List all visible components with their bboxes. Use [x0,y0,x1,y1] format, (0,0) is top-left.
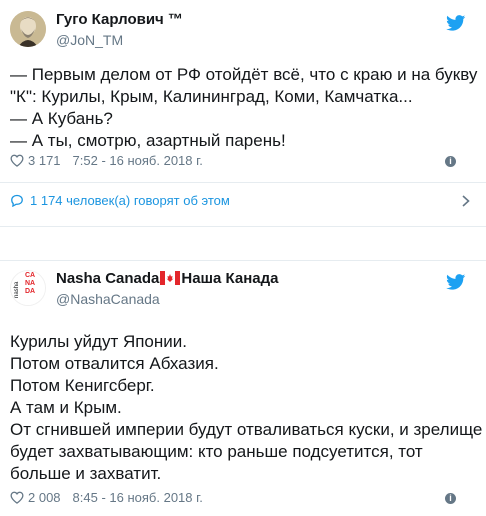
speech-bubble-icon [11,194,23,207]
tweet-meta: 2 008 8:45 - 16 нояб. 2018 г. i [10,490,476,510]
heart-icon[interactable] [10,154,24,167]
svg-text:CA: CA [25,272,35,279]
svg-text:NA: NA [25,280,35,287]
tweet-line: — А Кубань? [10,109,113,128]
heart-icon[interactable] [10,491,24,504]
canada-flag-icon [160,271,181,285]
like-count: 2 008 [28,490,61,505]
tweet-separator [0,226,486,261]
conversation-link[interactable]: 1 174 человек(а) говорят об этом [10,193,476,215]
author-handle[interactable]: @NashaCanada [56,291,160,307]
tweet-line: "К": Курилы, Крым, Калининград, Коми, Ка… [10,87,413,106]
conversation-text: 1 174 человек(а) говорят об этом [30,193,230,208]
tweet-line: Потом Кенигсберг. [10,376,155,395]
tweet-meta: 3 171 7:52 - 16 нояб. 2018 г. i [10,153,476,173]
svg-text:nasha: nasha [14,281,20,298]
svg-text:DA: DA [25,288,35,295]
author-handle[interactable]: @JoN_TM [56,32,123,48]
avatar[interactable]: nasha CA NA DA [10,270,46,306]
tweet-line: — Первым делом от РФ отойдёт всё, что с … [10,65,478,84]
tweet-line: больше и захватит. [10,464,162,483]
twitter-bird-icon[interactable] [446,274,466,290]
tweet-text: — Первым делом от РФ отойдёт всё, что с … [10,64,478,152]
tweet-line: — А ты, смотрю, азартный парень! [10,131,286,150]
tweet-header: Гуго Карлович ™ @JoN_TM [0,0,486,56]
timestamp[interactable]: 8:45 - 16 нояб. 2018 г. [73,490,203,505]
divider [0,182,486,183]
tweet-line: А там и Крым. [10,398,122,417]
like-count: 3 171 [28,153,61,168]
avatar[interactable] [10,11,46,47]
author-name[interactable]: Гуго Карлович ™ [56,11,183,28]
timestamp[interactable]: 7:52 - 16 нояб. 2018 г. [73,153,203,168]
tweet-line: Курилы уйдут Японии. [10,332,187,351]
chevron-right-icon [462,195,470,207]
tweet-2[interactable]: nasha CA NA DA Nasha Canada Наша Канада … [0,259,486,505]
tweet-line: От сгнившей империи будут отваливаться к… [10,420,483,439]
twitter-bird-icon[interactable] [446,15,466,31]
tweet-header: nasha CA NA DA Nasha Canada Наша Канада … [0,259,486,315]
tweet-line: Потом отвалится Абхазия. [10,354,219,373]
author-name[interactable]: Nasha Canada Наша Канада [56,270,279,287]
tweet-text: Курилы уйдут Японии. Потом отвалится Абх… [10,331,483,485]
tweet-line: будет захватывающим: кто раньше подсуети… [10,442,423,461]
info-icon[interactable]: i [445,156,456,167]
tweet-1[interactable]: Гуго Карлович ™ @JoN_TM — Первым делом о… [0,0,486,208]
info-icon[interactable]: i [445,493,456,504]
